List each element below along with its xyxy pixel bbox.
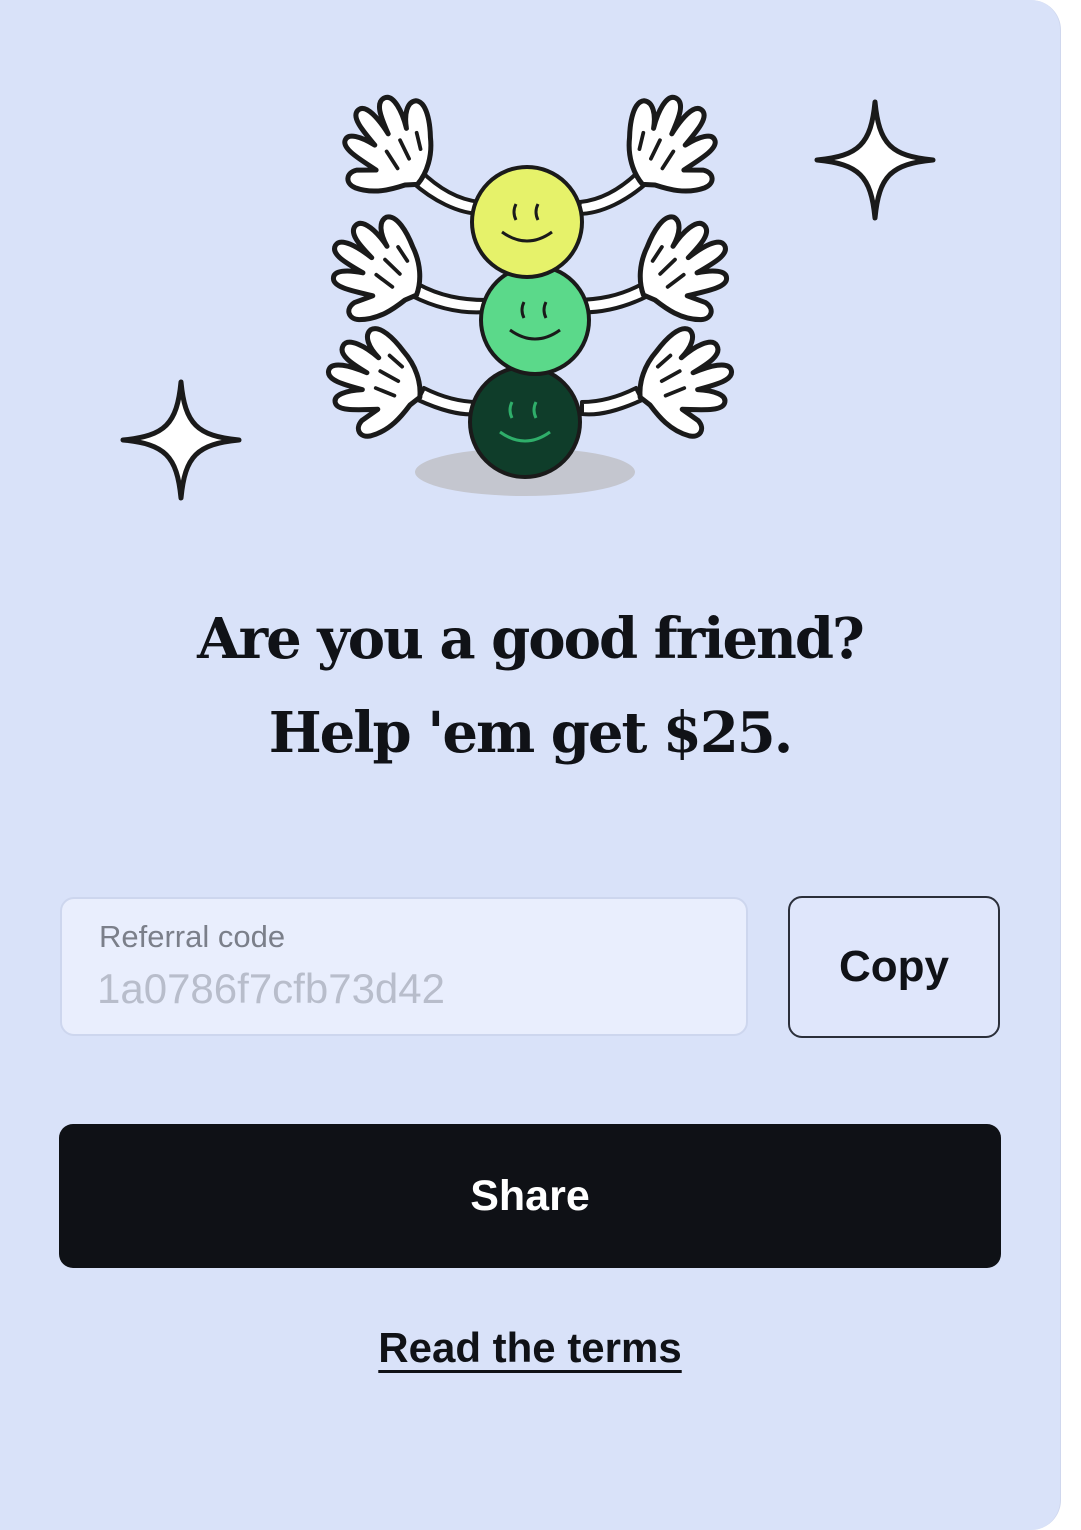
- copy-button[interactable]: Copy: [788, 896, 1000, 1038]
- headline: Are you a good friend? Help 'em get $25.: [0, 592, 1060, 780]
- referral-card: Are you a good friend? Help 'em get $25.…: [0, 0, 1061, 1530]
- referral-code-field[interactable]: Referral code: [60, 897, 748, 1036]
- waving-glove-icon: [626, 319, 745, 447]
- headline-line-2: Help 'em get $25.: [268, 700, 794, 766]
- waving-glove-icon: [308, 200, 444, 340]
- waving-glove-icon: [315, 319, 434, 447]
- sparkle-icon: [817, 102, 933, 218]
- waving-glove-icon: [616, 200, 752, 340]
- sparkle-icon: [123, 382, 239, 498]
- headline-line-1: Are you a good friend?: [197, 606, 865, 672]
- referral-code-label: Referral code: [99, 919, 286, 954]
- referral-code-input[interactable]: [97, 965, 717, 1013]
- smiley-stack-illustration: [468, 165, 591, 479]
- referral-illustration: [0, 0, 1060, 560]
- read-terms-link[interactable]: Read the terms: [0, 1324, 1060, 1372]
- share-button[interactable]: Share: [59, 1124, 1001, 1268]
